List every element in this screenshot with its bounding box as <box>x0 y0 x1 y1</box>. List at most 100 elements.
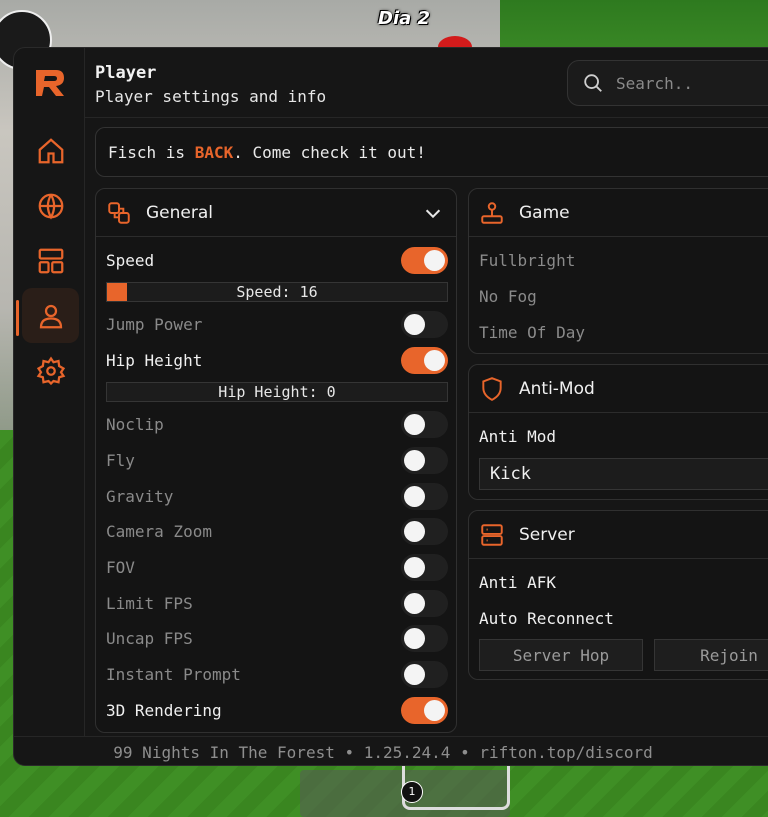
3d-rendering-label: 3D Rendering <box>106 700 222 720</box>
noclip-toggle[interactable] <box>401 411 448 438</box>
speed-label: Speed <box>106 250 155 270</box>
banner-prefix: Fisch is <box>108 142 195 162</box>
gravity-label: Gravity <box>106 486 174 506</box>
general-panel: General Speed Speed: 16 Jump Power Hip H… <box>95 188 457 733</box>
general-title: General <box>146 202 213 223</box>
game-panel: Game Fullbright No Fog Time Of Day <box>468 188 768 354</box>
instant-prompt-row: Instant Prompt <box>106 659 448 689</box>
rifton-logo-icon <box>32 66 68 100</box>
fullbright-label: Fullbright <box>479 250 576 270</box>
header: Player Player settings and info <box>85 48 768 118</box>
jump-power-toggle[interactable] <box>401 311 448 338</box>
instant-prompt-toggle[interactable] <box>401 661 448 688</box>
jump-power-row: Jump Power <box>106 309 448 339</box>
server-icon <box>479 522 505 548</box>
nav-player[interactable] <box>22 288 79 343</box>
anti-afk-row[interactable]: Anti AFK <box>479 567 768 597</box>
limit-fps-toggle[interactable] <box>401 590 448 617</box>
time-of-day-label: Time Of Day <box>479 322 585 342</box>
game-title: Game <box>519 202 570 223</box>
gear-icon <box>36 355 65 385</box>
anti-afk-label: Anti AFK <box>479 572 557 592</box>
general-header[interactable]: General <box>96 189 456 237</box>
limit-fps-label: Limit FPS <box>106 593 193 613</box>
joystick-icon <box>479 200 505 226</box>
instant-prompt-label: Instant Prompt <box>106 664 241 684</box>
nav-settings[interactable] <box>22 343 79 398</box>
user-icon <box>39 304 62 328</box>
hip-height-toggle[interactable] <box>401 347 448 374</box>
antimod-dropdown[interactable]: Kick <box>479 458 768 490</box>
gravity-toggle[interactable] <box>401 483 448 510</box>
fullbright-row[interactable]: Fullbright <box>479 245 768 275</box>
limit-fps-row: Limit FPS <box>106 588 448 618</box>
antimod-header[interactable]: Anti-Mod <box>469 365 768 413</box>
antimod-selected: Kick <box>490 464 531 484</box>
camera-zoom-row: Camera Zoom <box>106 516 448 546</box>
antimod-label: Anti Mod <box>479 426 557 446</box>
search-input[interactable] <box>616 73 766 93</box>
search-icon <box>584 74 602 92</box>
nav-active-indicator <box>16 300 19 336</box>
hip-height-row: Hip Height <box>106 345 448 375</box>
banner-suffix: . Come check it out! <box>233 142 426 162</box>
fov-label: FOV <box>106 557 135 577</box>
hip-height-slider[interactable]: Hip Height: 0 <box>106 382 448 402</box>
game-header[interactable]: Game <box>469 189 768 237</box>
page-title: Player <box>95 63 157 83</box>
speed-slider[interactable]: Speed: 16 <box>106 282 448 302</box>
footer: 99 Nights In The Forest • 1.25.24.4 • ri… <box>14 736 768 765</box>
chevron-down-icon[interactable] <box>422 202 444 224</box>
server-panel: Server Anti AFK Auto Reconnect Server Ho… <box>468 510 768 680</box>
fly-toggle[interactable] <box>401 447 448 474</box>
sidebar <box>14 48 85 736</box>
globe-icon <box>38 193 63 220</box>
no-fog-label: No Fog <box>479 286 537 306</box>
hip-height-slider-text: Hip Height: 0 <box>218 383 336 401</box>
no-fog-row[interactable]: No Fog <box>479 281 768 311</box>
rejoin-button[interactable]: Rejoin <box>654 639 768 671</box>
search-box[interactable] <box>567 60 768 106</box>
server-header[interactable]: Server <box>469 511 768 559</box>
server-hop-button[interactable]: Server Hop <box>479 639 643 671</box>
fly-label: Fly <box>106 450 135 470</box>
page-subtitle: Player settings and info <box>95 87 327 106</box>
speed-row: Speed <box>106 245 448 275</box>
3d-rendering-row: 3D Rendering <box>106 695 448 725</box>
camera-zoom-toggle[interactable] <box>401 518 448 545</box>
noclip-label: Noclip <box>106 414 164 434</box>
hotbar-slot-number: 1 <box>401 781 423 803</box>
noclip-row: Noclip <box>106 409 448 439</box>
jump-power-label: Jump Power <box>106 314 203 334</box>
uncap-fps-label: Uncap FPS <box>106 628 193 648</box>
time-of-day-row[interactable]: Time Of Day <box>479 317 768 347</box>
hip-height-label: Hip Height <box>106 350 203 370</box>
3d-rendering-toggle[interactable] <box>401 697 448 724</box>
nav-globe[interactable] <box>22 178 79 233</box>
layout-icon <box>38 248 63 273</box>
antimod-row: Anti Mod <box>479 421 768 451</box>
footer-text: 99 Nights In The Forest • 1.25.24.4 • ri… <box>113 742 653 762</box>
day-label: Dia 2 <box>378 8 431 29</box>
fov-toggle[interactable] <box>401 554 448 581</box>
speed-slider-text: Speed: 16 <box>236 283 318 301</box>
auto-reconnect-row[interactable]: Auto Reconnect <box>479 603 768 633</box>
nav-layout[interactable] <box>22 233 79 288</box>
uncap-fps-row: Uncap FPS <box>106 623 448 653</box>
announcement-banner: Fisch is BACK. Come check it out! <box>95 127 768 177</box>
copy-icon <box>106 200 132 226</box>
fly-row: Fly <box>106 445 448 475</box>
auto-reconnect-label: Auto Reconnect <box>479 608 614 628</box>
shield-icon <box>479 376 505 402</box>
speed-slider-fill <box>107 283 128 301</box>
fov-row: FOV <box>106 552 448 582</box>
antimod-panel: Anti-Mod Anti Mod Kick <box>468 364 768 500</box>
server-title: Server <box>519 524 575 545</box>
script-window: Player Player settings and info Fisch is… <box>13 47 768 766</box>
antimod-title: Anti-Mod <box>519 378 595 399</box>
home-icon <box>38 137 63 163</box>
nav-home[interactable] <box>22 123 79 178</box>
uncap-fps-toggle[interactable] <box>401 625 448 652</box>
speed-toggle[interactable] <box>401 247 448 274</box>
camera-zoom-label: Camera Zoom <box>106 521 212 541</box>
